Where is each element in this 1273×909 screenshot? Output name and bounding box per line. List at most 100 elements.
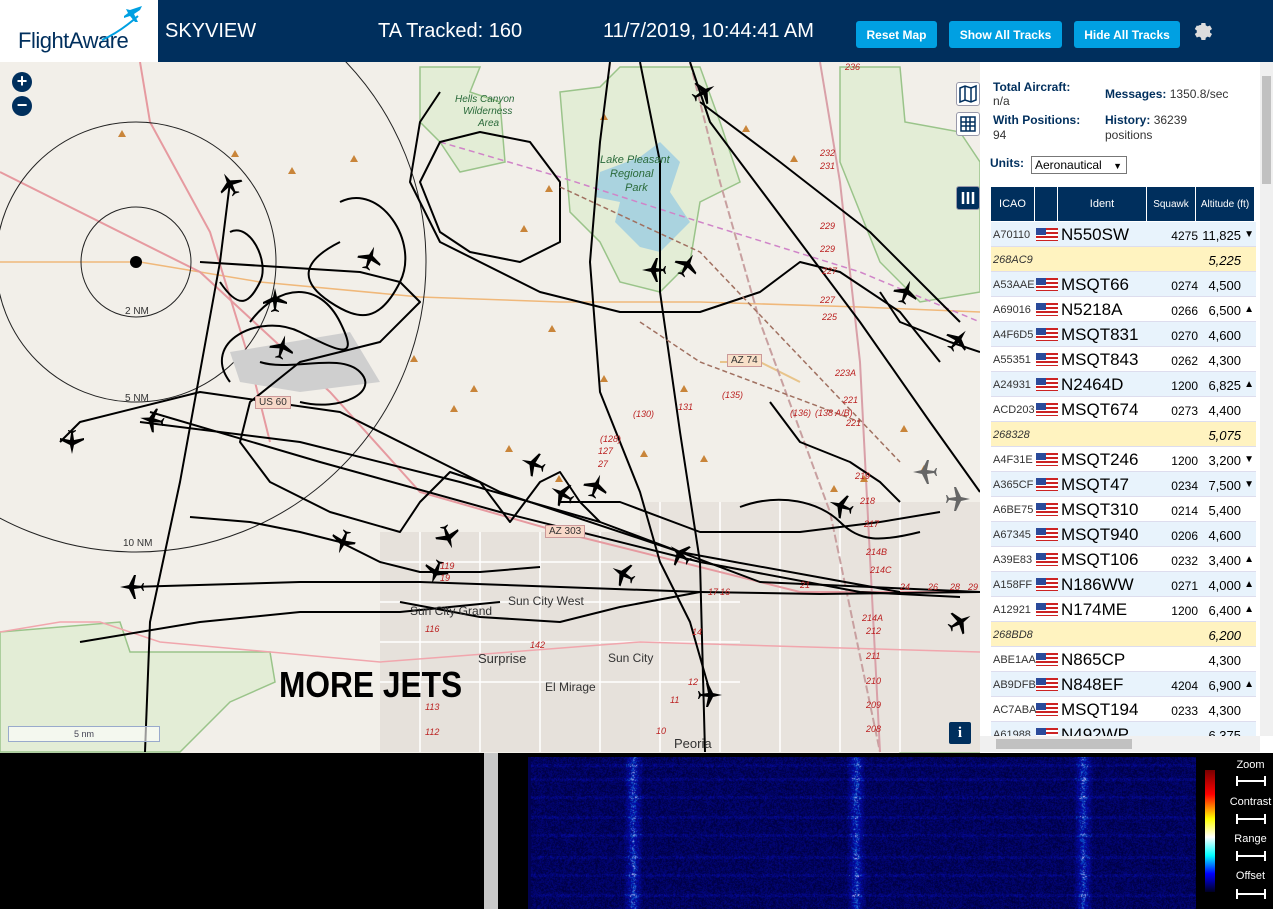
- cell-altitude: 5,225: [1208, 253, 1241, 268]
- table-row[interactable]: A39E83 MSQT106 0232 3,400 ▲: [991, 547, 1256, 572]
- us-flag-icon: [1036, 228, 1058, 241]
- cell-icao: A4F6D5: [993, 329, 1034, 341]
- scroll-thumb[interactable]: [1262, 76, 1271, 184]
- road-shield: US 60: [255, 396, 291, 409]
- overlay-caption: MORE JETS: [279, 664, 463, 705]
- table-row[interactable]: 268328 5,075: [991, 422, 1256, 447]
- place-label: Sun City Grand: [410, 604, 493, 618]
- cell-icao: ACD203: [993, 404, 1035, 416]
- table-row[interactable]: A365CF MSQT47 0234 7,500 ▼: [991, 472, 1256, 497]
- us-flag-icon: [1036, 578, 1058, 591]
- cell-squawk: 1200: [1171, 604, 1198, 618]
- cell-altitude: 3,400: [1208, 553, 1241, 568]
- table-row[interactable]: A4F31E MSQT246 1200 3,200 ▼: [991, 447, 1256, 472]
- logo-plane-icon: [101, 6, 142, 41]
- col-header-flag[interactable]: [1035, 187, 1057, 221]
- mile-label: 19: [440, 573, 451, 583]
- header-bar: FlightAware SKYVIEW TA Tracked: 160 11/7…: [0, 0, 1273, 62]
- messages-value: 1350.8/sec: [1169, 87, 1229, 101]
- mile-label: 24: [900, 582, 911, 592]
- with-positions-value: 94: [993, 128, 1007, 142]
- altitude-trend-icon: ▲: [1244, 554, 1254, 565]
- table-row[interactable]: A158FF N186WW 0271 4,000 ▲: [991, 572, 1256, 597]
- table-row[interactable]: 268BD8 6,200: [991, 622, 1256, 647]
- flightaware-logo[interactable]: FlightAware: [0, 0, 158, 62]
- col-header-squawk[interactable]: Squawk: [1147, 187, 1195, 221]
- offset-slider[interactable]: [1236, 889, 1266, 899]
- info-button[interactable]: i: [949, 722, 971, 744]
- cell-icao: AB9DFB: [993, 679, 1036, 691]
- altitude-trend-icon: ▲: [1244, 604, 1254, 615]
- mile-label: 221: [846, 418, 862, 428]
- altitude-trend-icon: ▼: [1244, 479, 1254, 490]
- range-ring-label: 2 NM: [125, 306, 149, 317]
- altitude-trend-icon: ▼: [1244, 454, 1254, 465]
- range-slider[interactable]: [1236, 851, 1266, 861]
- table-row[interactable]: A24931 N2464D 1200 6,825 ▲: [991, 372, 1256, 397]
- horizontal-scrollbar[interactable]: [980, 736, 1260, 752]
- cell-altitude: 4,300: [1208, 353, 1241, 368]
- cell-squawk: 0262: [1171, 354, 1198, 368]
- cell-squawk: 1200: [1171, 379, 1198, 393]
- hide-all-tracks-button[interactable]: Hide All Tracks: [1074, 21, 1180, 48]
- mile-label: 11: [670, 695, 680, 705]
- table-row[interactable]: A67345 MSQT940 0206 4,600: [991, 522, 1256, 547]
- show-all-tracks-button[interactable]: Show All Tracks: [949, 21, 1062, 48]
- map-view[interactable]: + − 2 NM 5 NM 10 NM Hells Canyon Wildern…: [0, 62, 980, 753]
- table-row[interactable]: A12921 N174ME 1200 6,400 ▲: [991, 597, 1256, 622]
- vertical-scrollbar[interactable]: [1260, 62, 1273, 736]
- cell-ident: MSQT843: [1061, 350, 1139, 369]
- mile-label: 26: [928, 582, 939, 592]
- total-aircraft-value: n/a: [993, 94, 1010, 108]
- table-row[interactable]: A55351 MSQT843 0262 4,300: [991, 347, 1256, 372]
- col-header-ident[interactable]: Ident: [1058, 187, 1146, 221]
- cell-ident: MSQT831: [1061, 325, 1139, 344]
- mile-label: (135): [722, 390, 744, 400]
- cell-altitude: 6,400: [1208, 603, 1241, 618]
- mile-label: 142: [530, 640, 546, 650]
- table-row[interactable]: A70110 N550SW 4275 11,825 ▼: [991, 222, 1256, 247]
- mile-label: (136): [790, 408, 812, 418]
- scroll-thumb[interactable]: [996, 739, 1132, 749]
- mile-label: 214B: [866, 547, 888, 557]
- zoom-in-button[interactable]: +: [12, 72, 32, 92]
- mile-label: 214A: [862, 613, 884, 623]
- cell-icao: AC7ABA: [993, 704, 1037, 716]
- grid-icon[interactable]: [956, 112, 980, 136]
- table-row[interactable]: A6BE75 MSQT310 0214 5,400: [991, 497, 1256, 522]
- columns-icon[interactable]: [956, 186, 980, 210]
- contrast-slider[interactable]: [1236, 814, 1266, 824]
- table-row[interactable]: 268AC9 5,225: [991, 247, 1256, 272]
- zoom-slider[interactable]: [1236, 776, 1266, 786]
- cell-altitude: 4,300: [1208, 703, 1241, 718]
- table-row[interactable]: A53AAE MSQT66 0274 4,500: [991, 272, 1256, 297]
- table-row[interactable]: AB9DFB N848EF 4204 6,900 ▲: [991, 672, 1256, 697]
- units-select[interactable]: Aeronautical: [1031, 156, 1127, 174]
- us-flag-icon: [1036, 478, 1058, 491]
- range-ring-label: 10 NM: [123, 538, 153, 549]
- map-layer-icon[interactable]: [956, 82, 980, 106]
- messages-stat: Messages: 1350.8/sec: [1105, 87, 1229, 101]
- cell-squawk: 0206: [1171, 529, 1198, 543]
- mile-label: 211: [866, 651, 881, 661]
- table-row[interactable]: ACD203 MSQT674 0273 4,400: [991, 397, 1256, 422]
- col-header-icao[interactable]: ICAO: [991, 187, 1034, 221]
- table-row[interactable]: ABE1AA N865CP 4,300: [991, 647, 1256, 672]
- cell-altitude: 4,400: [1208, 403, 1241, 418]
- panel-divider[interactable]: [484, 753, 498, 909]
- place-label: Hells Canyon: [455, 94, 515, 105]
- mile-label: 14: [692, 627, 703, 637]
- zoom-out-button[interactable]: −: [12, 96, 32, 116]
- cell-squawk: 4275: [1171, 229, 1198, 243]
- mile-label: 21: [800, 580, 811, 590]
- reset-map-button[interactable]: Reset Map: [856, 21, 937, 48]
- us-flag-icon: [1036, 303, 1058, 316]
- table-row[interactable]: A4F6D5 MSQT831 0270 4,600: [991, 322, 1256, 347]
- mile-label: 225: [822, 312, 838, 322]
- table-row[interactable]: AC7ABA MSQT194 0233 4,300: [991, 697, 1256, 722]
- table-row[interactable]: A69016 N5218A 0266 6,500 ▲: [991, 297, 1256, 322]
- cell-ident: N848EF: [1061, 675, 1124, 694]
- gear-icon[interactable]: [1191, 19, 1215, 43]
- cell-ident: N550SW: [1061, 225, 1130, 244]
- col-header-altitude[interactable]: Altitude (ft): [1196, 187, 1254, 221]
